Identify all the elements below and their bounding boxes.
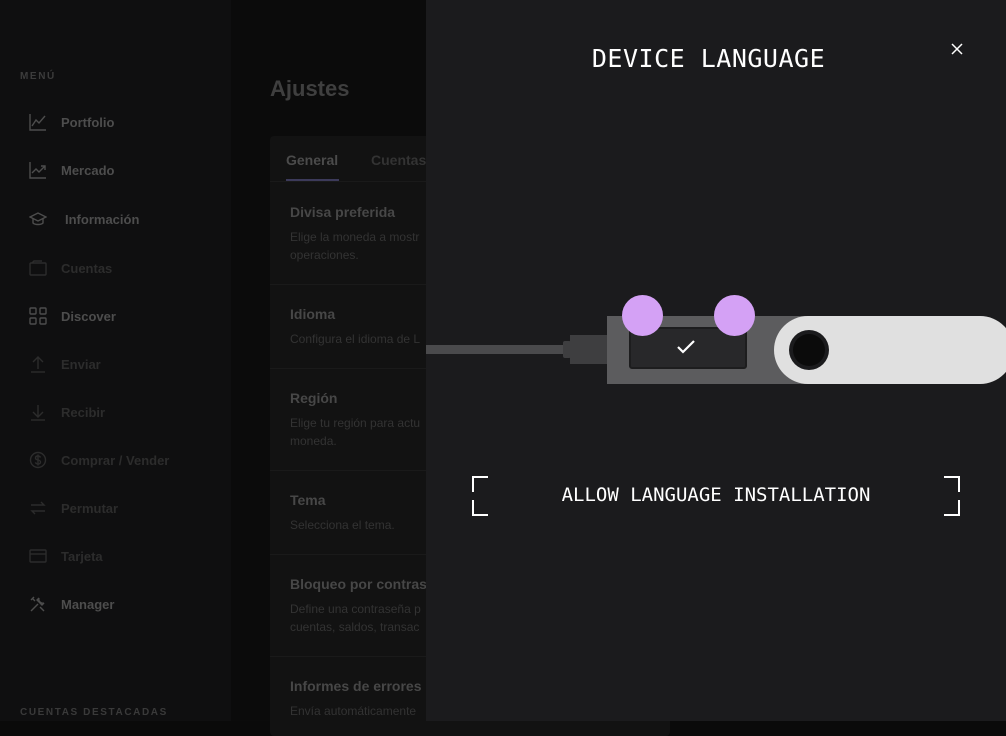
sidebar-item-label: Mercado (61, 162, 115, 178)
sidebar-item-manager[interactable]: Manager (28, 592, 114, 616)
sidebar-item-enviar[interactable]: Enviar (28, 352, 101, 376)
panel-title: DEVICE LANGUAGE (591, 44, 826, 73)
card-icon (28, 546, 48, 566)
sidebar-item-label: Tarjeta (61, 548, 103, 564)
divider (270, 181, 430, 182)
setting-title: Informes de errores (290, 678, 422, 694)
sidebar-item-comprar-vender[interactable]: Comprar / Vender (28, 448, 169, 472)
instruction-frame: ALLOW LANGUAGE INSTALLATION (472, 476, 960, 516)
tab-general[interactable]: General (286, 152, 338, 168)
arrow-down-icon (28, 402, 48, 422)
close-icon (951, 43, 963, 55)
setting-description: Elige tu región para actu moneda. (290, 416, 421, 448)
sidebar-item-cuentas[interactable]: Cuentas (28, 256, 112, 280)
sidebar-item-label: Permutar (61, 500, 119, 516)
sidebar-item-label: Manager (61, 596, 115, 612)
setting-title: Bloqueo por contras (290, 576, 427, 592)
sidebar-item-discover[interactable]: Discover (28, 304, 116, 328)
divider (270, 554, 430, 555)
sidebar-item-informacion[interactable]: Información (28, 207, 139, 231)
sidebar-item-label: Portfolio (61, 114, 115, 130)
sidebar-item-label: Información (65, 211, 140, 227)
sidebar-item-label: Enviar (61, 356, 101, 372)
left-button-highlight (622, 295, 663, 336)
chart-line-icon (28, 112, 48, 132)
sidebar: MENÚ Portfolio Mercado Información Cuent… (0, 0, 231, 721)
tab-cuentas[interactable]: Cuentas (371, 152, 426, 168)
setting-description: Envía automáticamente (290, 704, 417, 718)
sidebar-item-label: Comprar / Vender (61, 452, 170, 468)
setting-description: Configura el idioma de L (290, 332, 421, 346)
sidebar-item-label: Discover (61, 308, 116, 324)
setting-title: Divisa preferida (290, 204, 396, 220)
device-language-panel: DEVICE LANGUAGE ALLOW LANGUAGE INSTALLAT… (426, 0, 1006, 721)
menu-title: MENÚ (20, 71, 56, 82)
sidebar-item-mercado[interactable]: Mercado (28, 158, 114, 182)
dollar-icon (28, 450, 48, 470)
setting-description: Elige la moneda a mostr operaciones. (290, 230, 420, 262)
tools-icon (28, 594, 48, 614)
setting-title: Idioma (290, 306, 336, 322)
divider (270, 656, 430, 657)
page-title: Ajustes (270, 76, 350, 101)
sidebar-item-recibir[interactable]: Recibir (28, 400, 105, 424)
close-button[interactable] (947, 39, 967, 59)
featured-accounts-title: CUENTAS DESTACADAS (20, 707, 168, 718)
setting-title: Tema (290, 492, 326, 508)
wallet-icon (28, 258, 48, 278)
check-icon (677, 340, 695, 354)
graduation-cap-icon (28, 209, 48, 229)
sidebar-item-permutar[interactable]: Permutar (28, 496, 118, 520)
divider (270, 284, 430, 285)
sidebar-item-portfolio[interactable]: Portfolio (28, 110, 114, 134)
divider (270, 470, 430, 471)
trend-icon (28, 160, 48, 180)
right-button-highlight (714, 295, 755, 336)
setting-description: Selecciona el tema. (290, 518, 395, 532)
instruction-text: ALLOW LANGUAGE INSTALLATION (561, 484, 871, 506)
arrow-up-icon (28, 354, 48, 374)
sidebar-item-tarjeta[interactable]: Tarjeta (28, 544, 103, 568)
divider (270, 368, 430, 369)
setting-title: Región (290, 390, 338, 406)
setting-description: Define una contraseña p cuentas, saldos,… (290, 602, 421, 634)
sidebar-item-label: Cuentas (61, 260, 113, 276)
sidebar-item-label: Recibir (61, 404, 106, 420)
grid-icon (28, 306, 48, 326)
swap-icon (28, 498, 48, 518)
